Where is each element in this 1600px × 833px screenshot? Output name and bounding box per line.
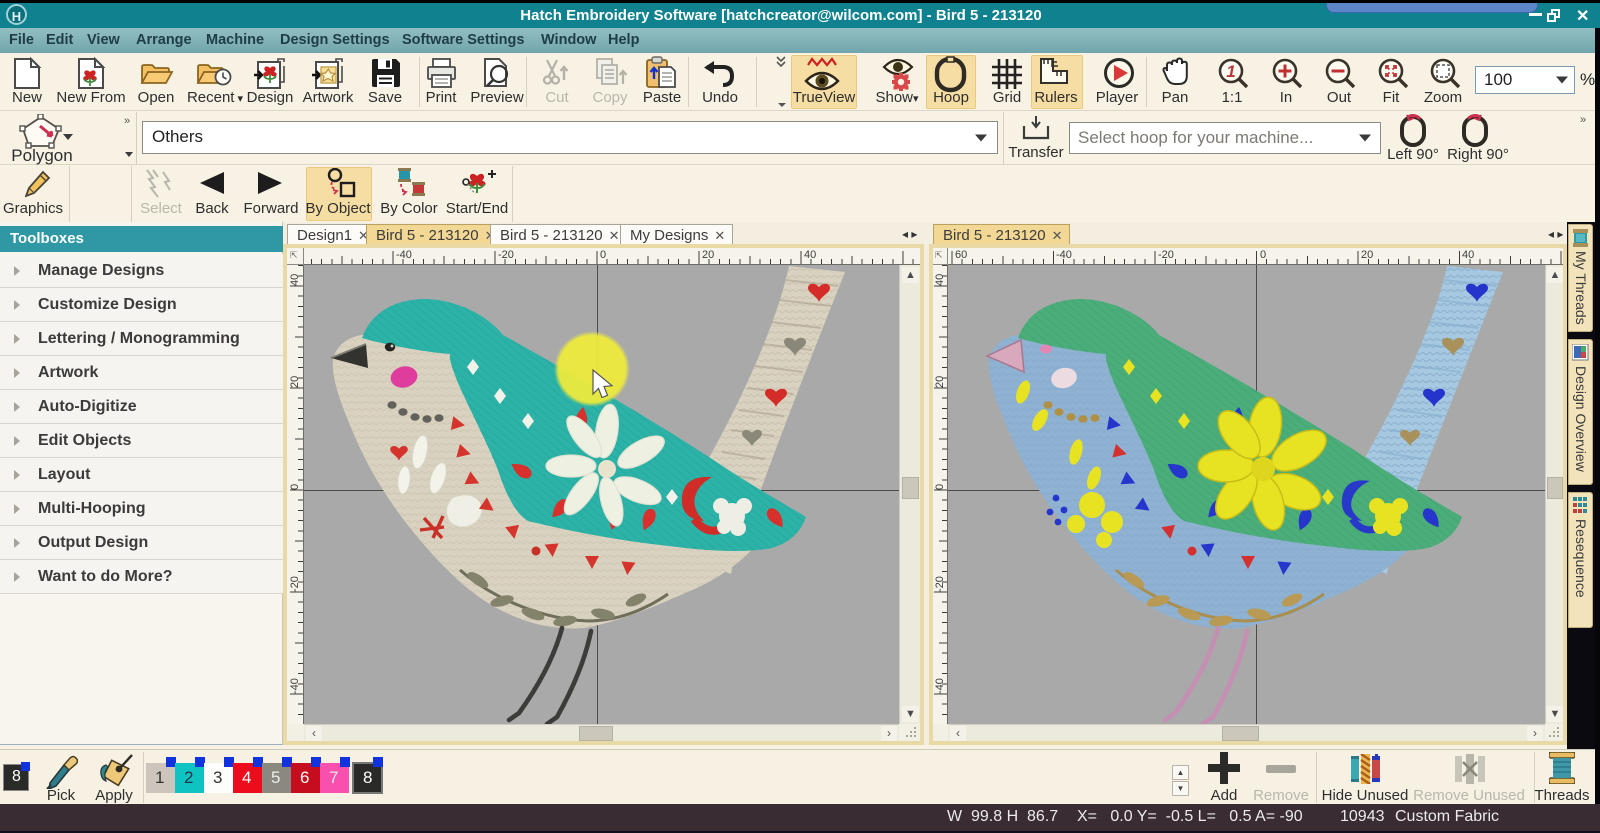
svg-text:1: 1 — [1226, 62, 1235, 81]
